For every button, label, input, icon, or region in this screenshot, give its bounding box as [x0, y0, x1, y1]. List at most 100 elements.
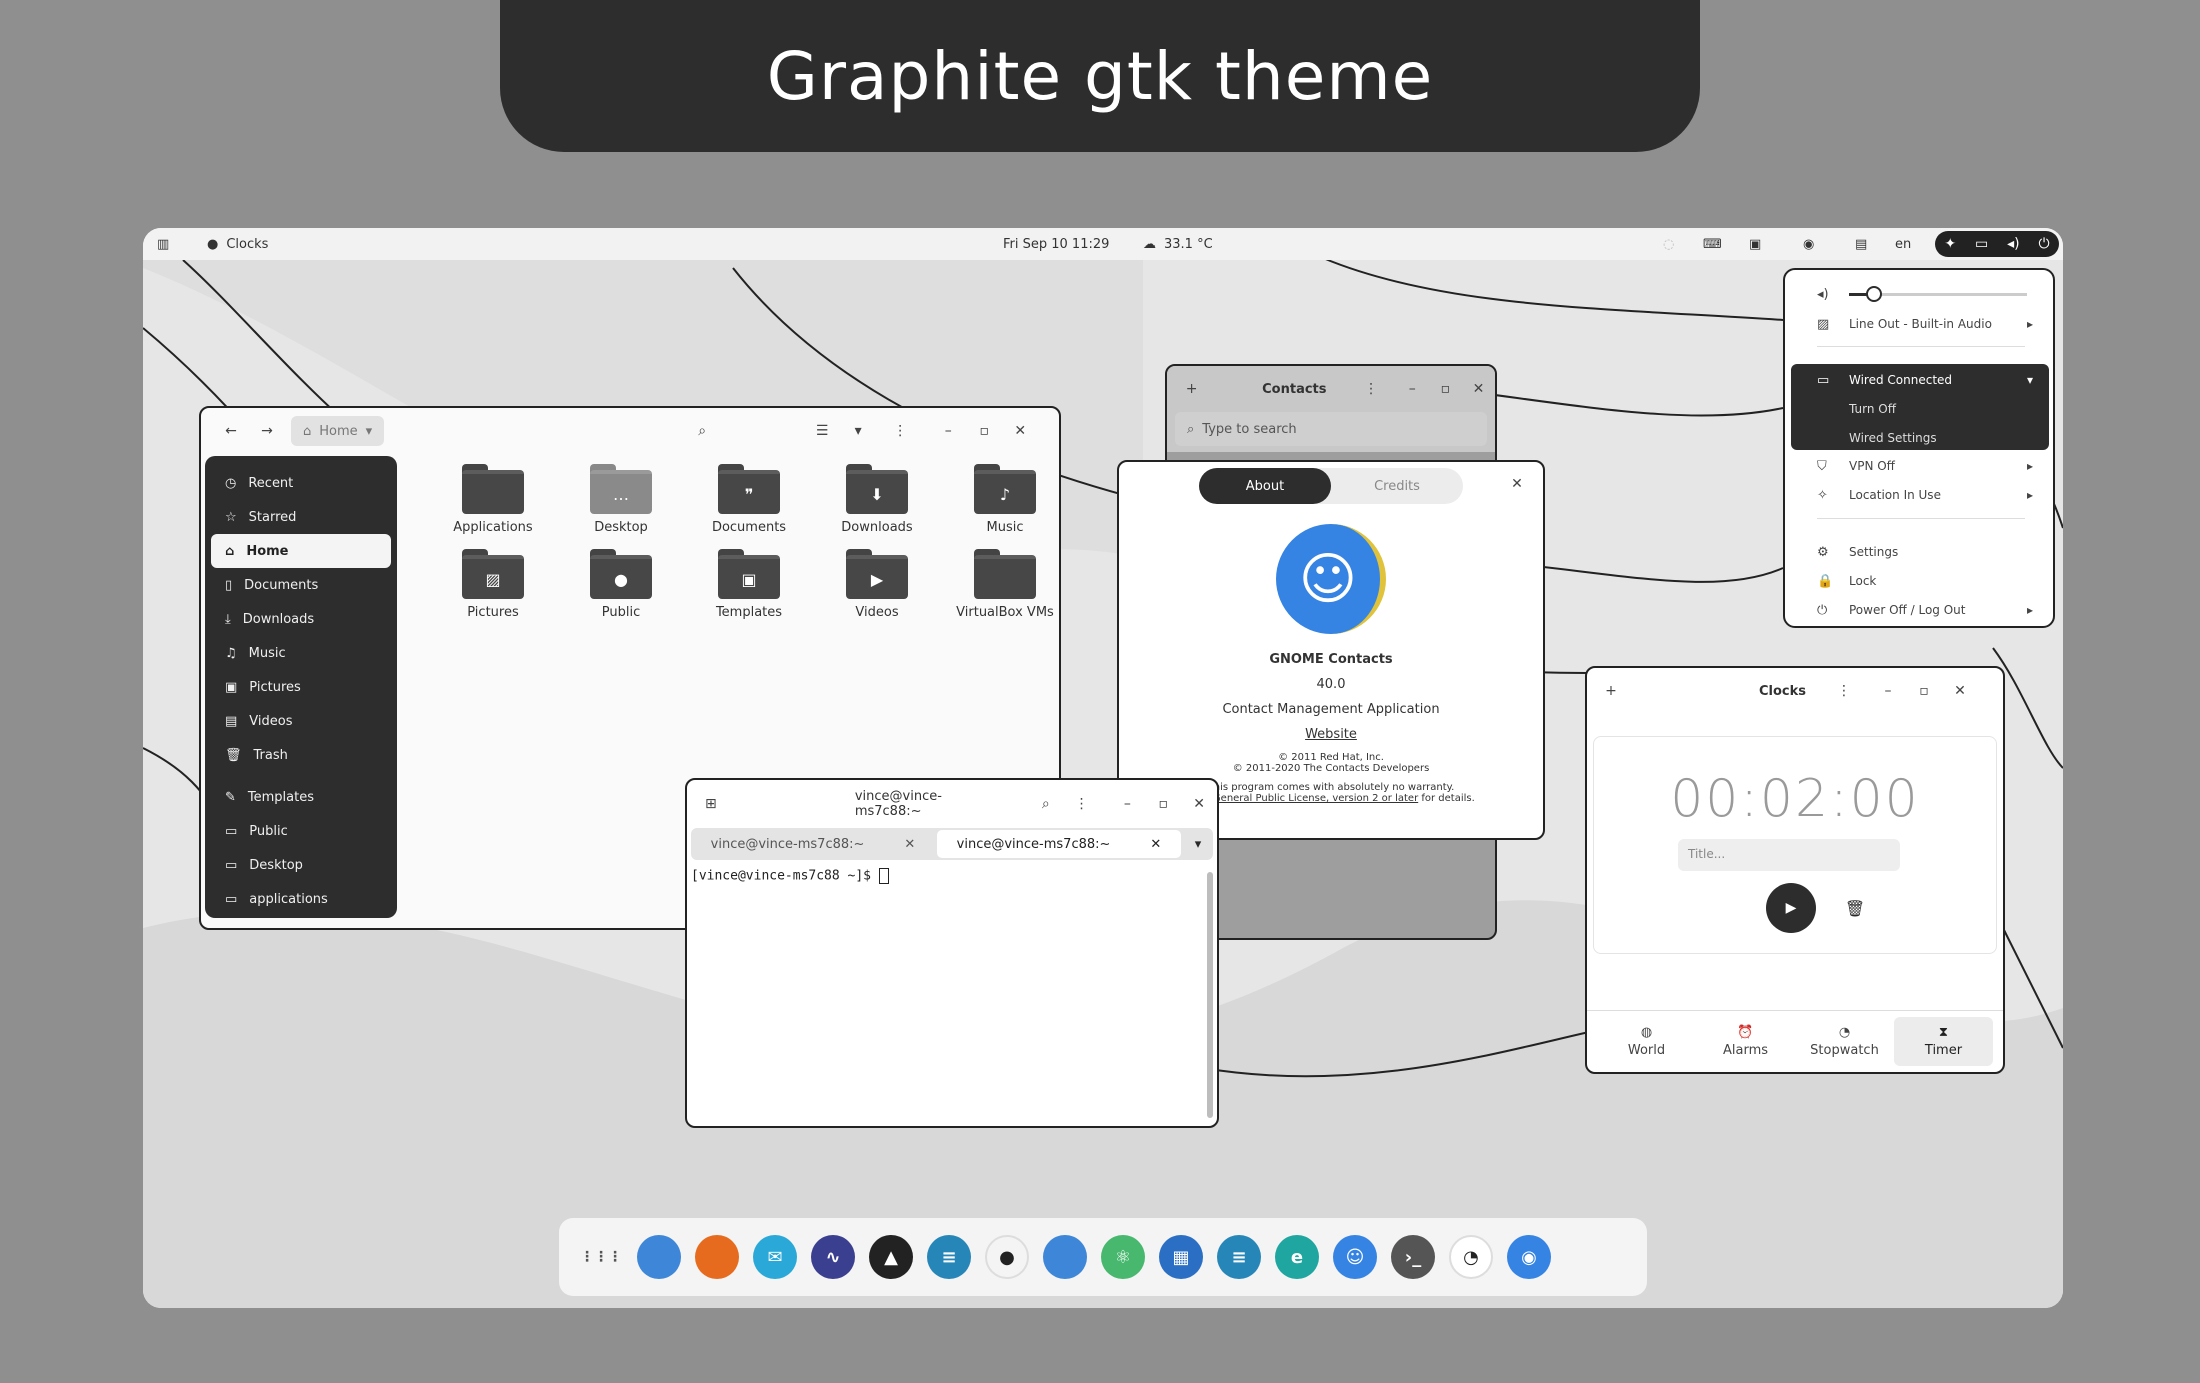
wired-connected-row[interactable]: ▭ Wired Connected ▾	[1785, 366, 2053, 394]
system-status-area[interactable]: ✦ ▭ ◂) ⏻	[1935, 231, 2059, 257]
sidebar-item-recent[interactable]: ◷ Recent	[211, 466, 391, 500]
inkscape-icon[interactable]: ▲	[869, 1235, 913, 1279]
new-tab-icon[interactable]: ⊞	[693, 796, 729, 812]
folder-public[interactable]: ● Public	[557, 549, 685, 620]
files-icon[interactable]	[637, 1235, 681, 1279]
atom-icon[interactable]: ⚛	[1101, 1235, 1145, 1279]
maximize-icon[interactable]: ▫	[1145, 796, 1181, 812]
toggle-icon[interactable]: ◉	[1507, 1235, 1551, 1279]
tab-timer[interactable]: ⧗ Timer	[1894, 1017, 1993, 1066]
maximize-icon[interactable]: ▫	[1429, 381, 1462, 397]
tab-list-chevron-icon[interactable]: ▾	[1183, 828, 1213, 860]
close-icon[interactable]: ✕	[1002, 423, 1038, 439]
weather-indicator[interactable]: ☁ 33.1 °C	[1143, 228, 1213, 260]
screenshot-icon[interactable]: ▣	[1749, 228, 1761, 260]
sidebar-item-home[interactable]: ⌂ Home	[211, 534, 391, 568]
path-bar[interactable]: ⌂ Home ▾	[291, 416, 385, 446]
close-icon[interactable]: ✕	[1462, 381, 1495, 397]
close-icon[interactable]: ✕	[1499, 476, 1535, 492]
search-icon[interactable]: ⌕	[684, 423, 720, 439]
terminal-scrollbar[interactable]	[1207, 872, 1213, 1118]
keyboard-icon[interactable]: ⌨	[1703, 228, 1722, 260]
play-button[interactable]: ▶	[1766, 883, 1816, 933]
turn-off-item[interactable]: Turn Off	[1785, 395, 2053, 423]
firefox-icon[interactable]	[695, 1235, 739, 1279]
clipboard-icon[interactable]: ▤	[1855, 228, 1867, 260]
menu-kebab-icon[interactable]: ⋮	[1826, 683, 1862, 699]
minimize-icon[interactable]: –	[930, 423, 966, 439]
sidebar-item-documents[interactable]: ▯ Documents	[211, 568, 391, 602]
menu-kebab-icon[interactable]: ⋮	[882, 423, 918, 439]
sidebar-item-starred[interactable]: ☆ Starred	[211, 500, 391, 534]
contacts-search[interactable]: ⌕ Type to search	[1175, 412, 1487, 446]
chat-icon[interactable]: ◉	[1803, 228, 1814, 260]
view-options-chevron-icon[interactable]: ▾	[840, 423, 876, 439]
vpn-row[interactable]: ⛉ VPN Off ▸	[1785, 452, 2053, 480]
sidebar-item-templates[interactable]: ✎ Templates	[211, 780, 391, 814]
back-arrow-icon[interactable]: ←	[213, 423, 249, 439]
volume-slider[interactable]	[1849, 285, 2027, 302]
folder-desktop[interactable]: … Desktop	[557, 464, 685, 535]
lock-item[interactable]: 🔒 Lock	[1785, 567, 2053, 595]
forward-arrow-icon[interactable]: →	[249, 423, 285, 439]
datetime[interactable]: Fri Sep 10 11:29	[1003, 228, 1109, 260]
terminal-output[interactable]: [vince@vince-ms7c88 ~]$	[687, 860, 1217, 892]
wired-settings-item[interactable]: Wired Settings	[1785, 424, 2053, 452]
clocks-icon[interactable]: ◔	[1449, 1235, 1493, 1279]
sidebar-item-desktop[interactable]: ▭ Desktop	[211, 848, 391, 882]
sidebar-item-trash[interactable]: 🗑 Trash	[211, 738, 391, 772]
app-menu[interactable]: ● Clocks	[207, 228, 268, 260]
maximize-icon[interactable]: ▫	[1906, 683, 1942, 699]
folder-videos[interactable]: ▶ Videos	[813, 549, 941, 620]
minimize-icon[interactable]: –	[1110, 796, 1146, 812]
timer-display[interactable]: 00:02:00	[1594, 769, 1996, 829]
delete-button[interactable]: 🗑	[1840, 893, 1870, 923]
close-icon[interactable]: ✕	[1150, 837, 1161, 852]
close-icon[interactable]: ✕	[1181, 796, 1217, 812]
terminal-icon[interactable]: ›_	[1391, 1235, 1435, 1279]
app-grid-icon[interactable]: ⋮⋮⋮	[579, 1235, 623, 1279]
terminal-tab[interactable]: vince@vince-ms7c88:~ ✕	[691, 828, 935, 860]
vscode-icon[interactable]: ▦	[1159, 1235, 1203, 1279]
minimize-icon[interactable]: –	[1870, 683, 1906, 699]
monitor-icon[interactable]: ∿	[811, 1235, 855, 1279]
tab-alarms[interactable]: ⏰ Alarms	[1696, 1017, 1795, 1066]
location-row[interactable]: ✧ Location In Use ▸	[1785, 481, 2053, 509]
maximize-icon[interactable]: ▫	[966, 423, 1002, 439]
sidebar-item-applications[interactable]: ▭ applications	[211, 882, 391, 916]
mail-icon[interactable]: ✉	[753, 1235, 797, 1279]
list-view-icon[interactable]: ☰	[804, 423, 840, 439]
tab-stopwatch[interactable]: ◔ Stopwatch	[1795, 1017, 1894, 1066]
tab-about[interactable]: About	[1199, 468, 1331, 504]
folder-documents[interactable]: ❞ Documents	[685, 464, 813, 535]
volume-slider-handle[interactable]	[1865, 285, 1882, 302]
add-contact-icon[interactable]: +	[1175, 381, 1208, 397]
language-indicator[interactable]: en	[1895, 228, 1911, 260]
settings-item[interactable]: ⚙ Settings	[1785, 538, 2053, 566]
website-link[interactable]: Website	[1119, 727, 1543, 742]
tweaks-icon[interactable]: ≡	[927, 1235, 971, 1279]
github-icon[interactable]: ●	[985, 1235, 1029, 1279]
add-icon[interactable]: +	[1593, 683, 1629, 699]
close-icon[interactable]: ✕	[1942, 683, 1978, 699]
sidebar-item-videos[interactable]: ▤ Videos	[211, 704, 391, 738]
folder-icon[interactable]	[1043, 1235, 1087, 1279]
timer-title-input[interactable]: Title...	[1678, 839, 1900, 871]
tab-credits[interactable]: Credits	[1331, 468, 1463, 504]
folder-pictures[interactable]: ▨ Pictures	[429, 549, 557, 620]
folder-applications[interactable]: Applications	[429, 464, 557, 535]
folder-music[interactable]: ♪ Music	[941, 464, 1059, 535]
tab-world[interactable]: ◍ World	[1597, 1017, 1696, 1066]
menu-kebab-icon[interactable]: ⋮	[1355, 381, 1388, 397]
sidebar-item-pictures[interactable]: ▣ Pictures	[211, 670, 391, 704]
folder-virtualbox-vms[interactable]: VirtualBox VMs	[941, 549, 1059, 620]
menu-kebab-icon[interactable]: ⋮	[1064, 796, 1100, 812]
minimize-icon[interactable]: –	[1396, 381, 1429, 397]
sidebar-item-downloads[interactable]: ⤓ Downloads	[211, 602, 391, 636]
search-icon[interactable]: ⌕	[1028, 796, 1064, 812]
sidebar-item-music[interactable]: ♫ Music	[211, 636, 391, 670]
settings-icon[interactable]: ≡	[1217, 1235, 1261, 1279]
folder-downloads[interactable]: ⬇ Downloads	[813, 464, 941, 535]
shield-icon[interactable]: ◌	[1663, 228, 1674, 260]
terminal-tab-active[interactable]: vince@vince-ms7c88:~ ✕	[937, 830, 1181, 858]
